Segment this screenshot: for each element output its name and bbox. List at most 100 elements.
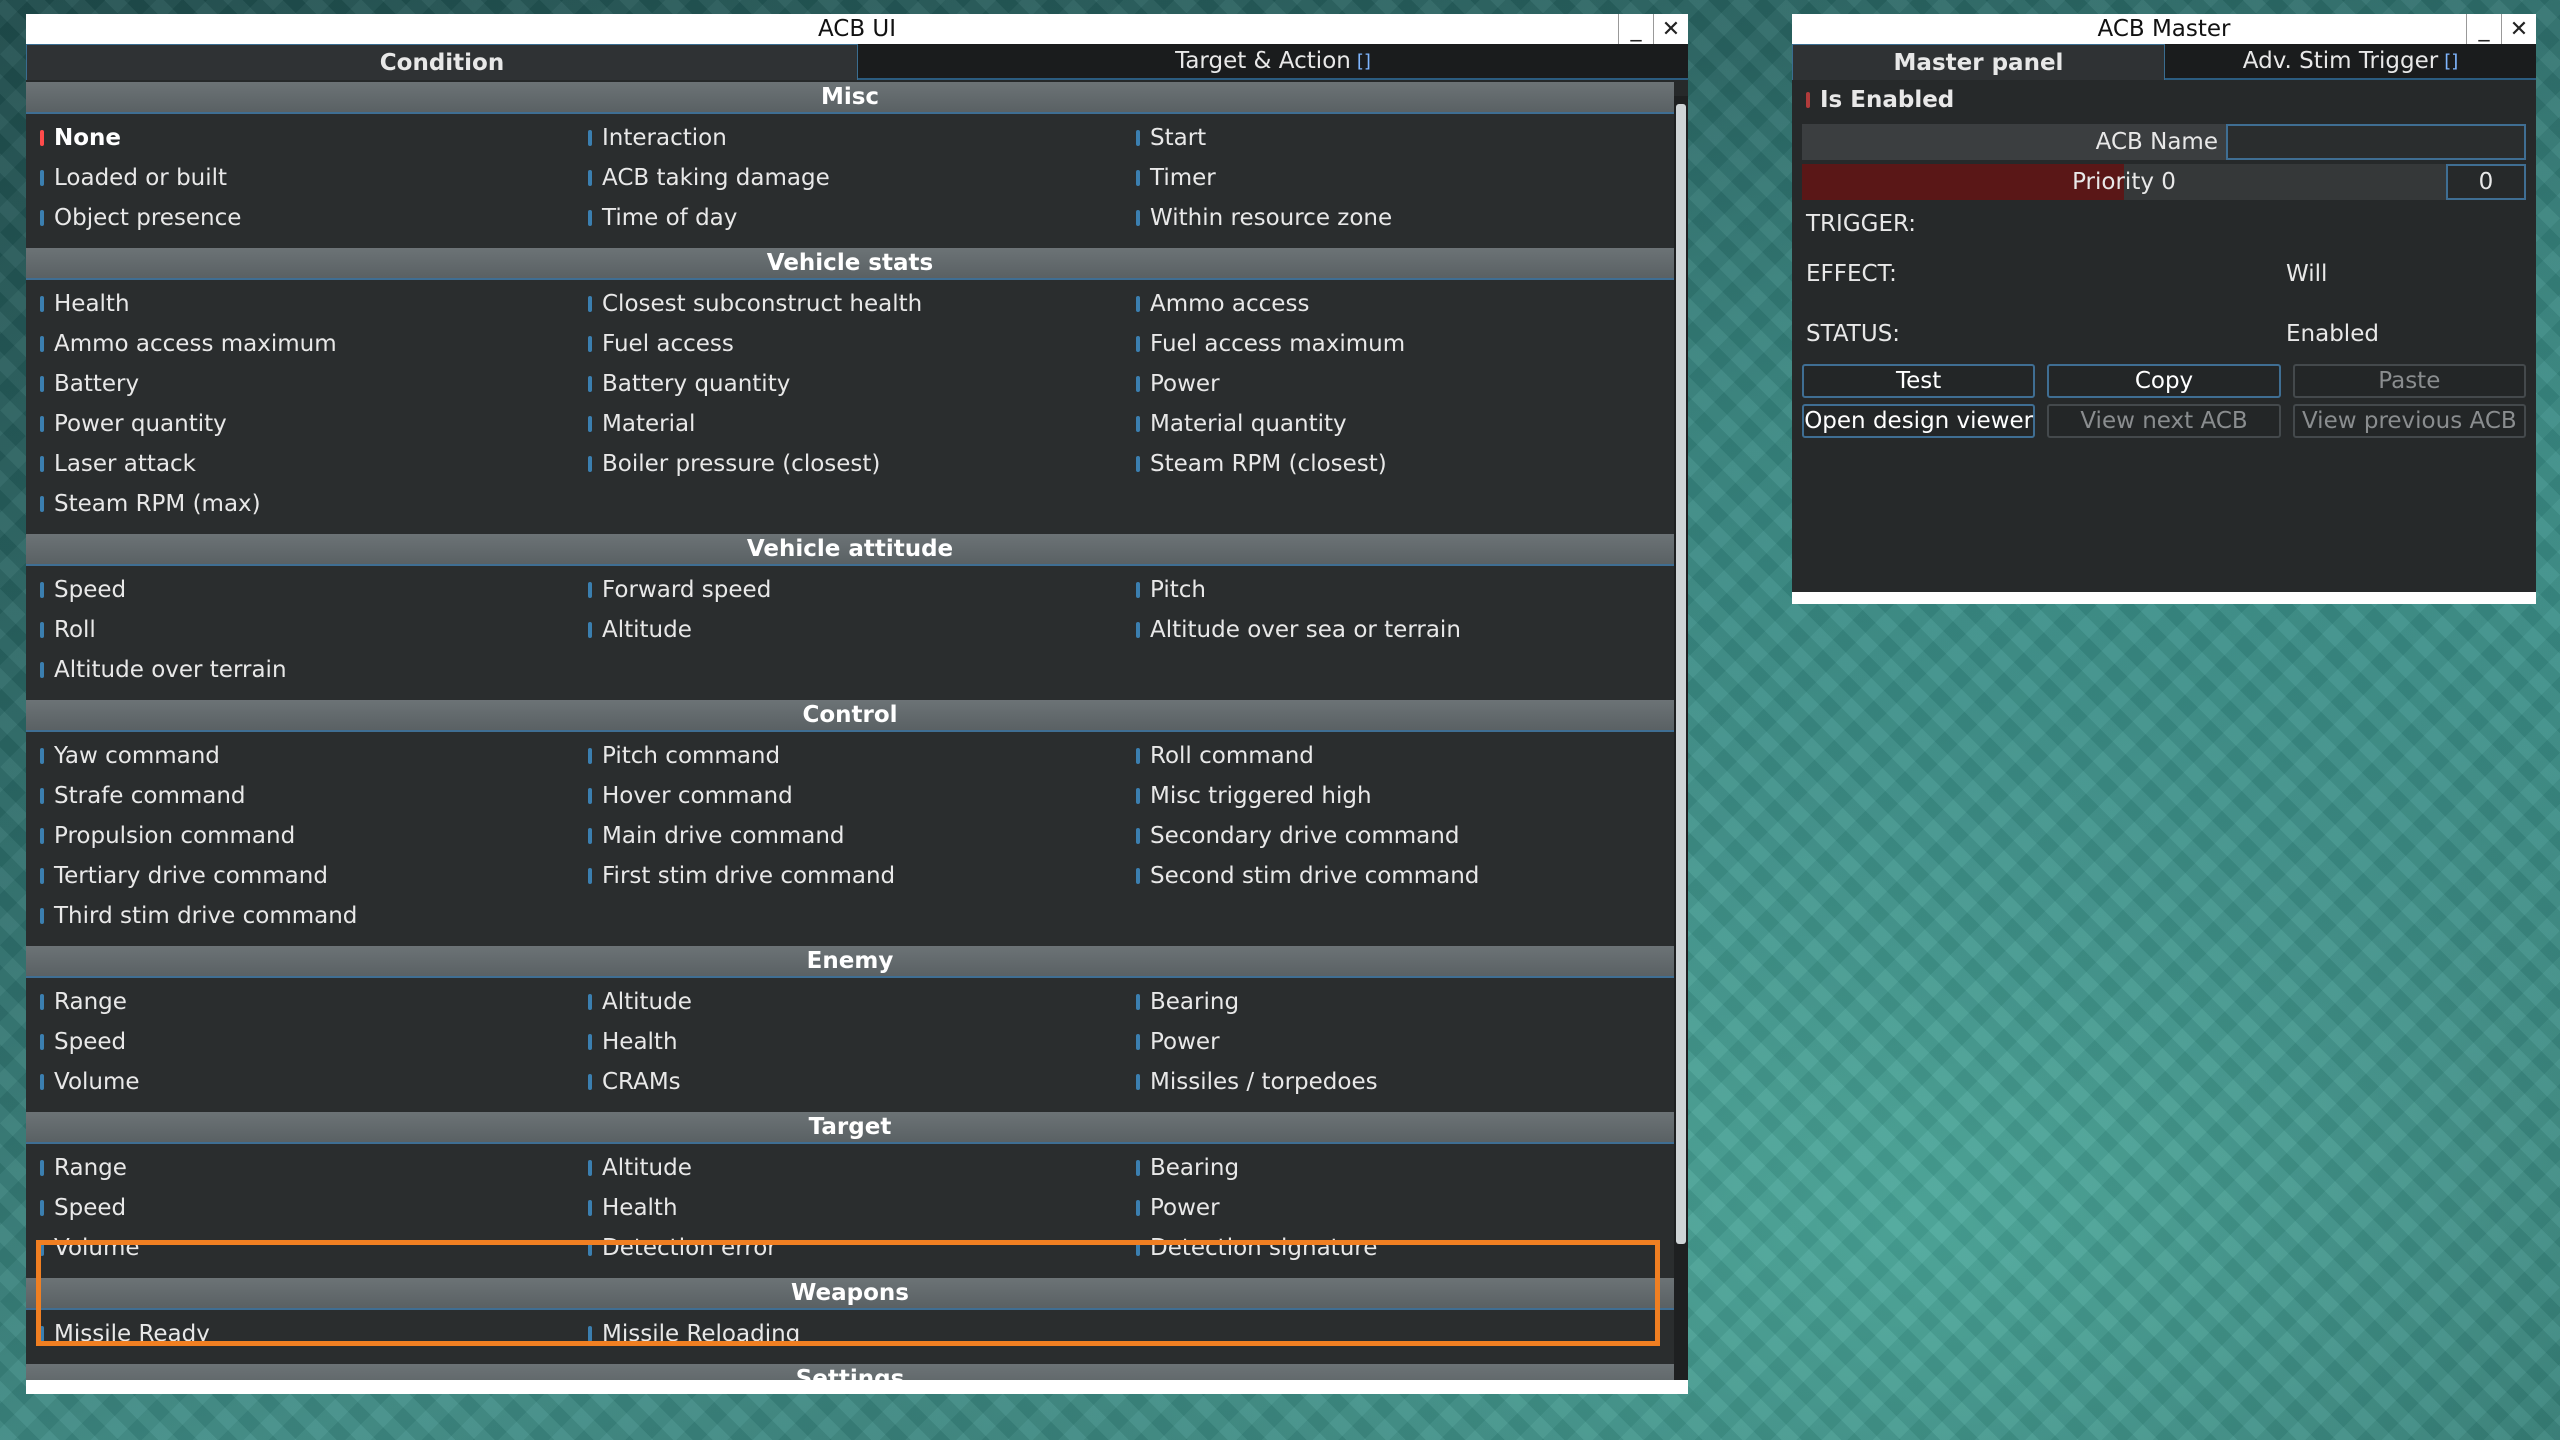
paste-button[interactable]: Paste <box>2292 364 2526 398</box>
acb-master-titlebar[interactable]: ACB Master _ ✕ <box>1792 14 2536 44</box>
condition-option[interactable]: Material <box>574 404 1122 444</box>
condition-option[interactable]: Altitude over sea or terrain <box>1122 610 1670 650</box>
condition-option[interactable]: Power <box>1122 1022 1670 1062</box>
condition-option[interactable]: Roll command <box>1122 736 1670 776</box>
condition-option[interactable]: Altitude <box>574 1148 1122 1188</box>
condition-option[interactable]: Volume <box>26 1062 574 1102</box>
condition-option[interactable]: Within resource zone <box>1122 198 1670 238</box>
condition-option[interactable]: Propulsion command <box>26 816 574 856</box>
view-previous-acb-button[interactable]: View previous ACB <box>2292 404 2526 438</box>
condition-option[interactable]: Hover command <box>574 776 1122 816</box>
condition-option[interactable]: Power <box>1122 1188 1670 1228</box>
condition-option[interactable]: Third stim drive command <box>26 896 574 936</box>
scrollbar-thumb[interactable] <box>1676 104 1686 1244</box>
condition-option[interactable]: Start <box>1122 118 1670 158</box>
condition-option[interactable]: Health <box>574 1022 1122 1062</box>
priority-value-field[interactable]: 0 <box>2446 164 2526 200</box>
is-enabled-toggle[interactable]: Is Enabled <box>1792 80 2536 120</box>
condition-option[interactable]: First stim drive command <box>574 856 1122 896</box>
acb-name-row: ACB Name <box>1802 124 2526 160</box>
condition-option[interactable]: Health <box>26 284 574 324</box>
acb-ui-titlebar[interactable]: ACB UI _ ✕ <box>26 14 1688 44</box>
condition-option-label: Propulsion command <box>54 823 296 849</box>
effect-row: EFFECT: Will <box>1792 244 2536 304</box>
condition-option[interactable]: Second stim drive command <box>1122 856 1670 896</box>
condition-option[interactable]: Ammo access maximum <box>26 324 574 364</box>
window-bottom-edge[interactable] <box>26 1380 1688 1394</box>
condition-option[interactable]: Time of day <box>574 198 1122 238</box>
condition-option[interactable]: Range <box>26 982 574 1022</box>
condition-option[interactable]: Missiles / torpedoes <box>1122 1062 1670 1102</box>
condition-option[interactable]: Forward speed <box>574 570 1122 610</box>
condition-option[interactable]: Material quantity <box>1122 404 1670 444</box>
condition-option[interactable]: Loaded or built <box>26 158 574 198</box>
condition-option[interactable]: Closest subconstruct health <box>574 284 1122 324</box>
condition-option-label: Power quantity <box>54 411 227 437</box>
condition-option[interactable]: Altitude <box>574 610 1122 650</box>
condition-option[interactable]: Bearing <box>1122 982 1670 1022</box>
condition-option[interactable]: Power <box>1122 364 1670 404</box>
radio-indicator-icon <box>588 748 592 764</box>
condition-option[interactable]: Steam RPM (max) <box>26 484 574 524</box>
condition-option[interactable]: Roll <box>26 610 574 650</box>
condition-option[interactable]: Battery quantity <box>574 364 1122 404</box>
condition-option-label: Roll command <box>1150 743 1314 769</box>
close-button[interactable]: ✕ <box>1653 14 1688 44</box>
close-button[interactable]: ✕ <box>2501 14 2536 44</box>
radio-indicator-icon <box>1136 210 1140 226</box>
condition-option[interactable]: Interaction <box>574 118 1122 158</box>
minimize-button[interactable]: _ <box>1618 14 1653 44</box>
acb-name-input[interactable] <box>2226 124 2526 160</box>
vertical-scrollbar[interactable] <box>1674 96 1688 1380</box>
condition-option[interactable]: Main drive command <box>574 816 1122 856</box>
condition-option[interactable]: Detection error <box>574 1228 1122 1268</box>
condition-option[interactable]: Health <box>574 1188 1122 1228</box>
tab-condition[interactable]: Condition <box>26 44 858 80</box>
condition-option[interactable]: Ammo access <box>1122 284 1670 324</box>
condition-option[interactable]: Fuel access <box>574 324 1122 364</box>
condition-option[interactable]: None <box>26 118 574 158</box>
condition-option[interactable]: Missile Reloading <box>574 1314 1122 1354</box>
copy-button[interactable]: Copy <box>2047 364 2281 398</box>
condition-option[interactable]: Missile Ready <box>26 1314 574 1354</box>
condition-option[interactable]: Tertiary drive command <box>26 856 574 896</box>
condition-option[interactable]: Secondary drive command <box>1122 816 1670 856</box>
condition-option[interactable]: Battery <box>26 364 574 404</box>
view-next-acb-button[interactable]: View next ACB <box>2047 404 2281 438</box>
tab-adv-stim-trigger[interactable]: Adv. Stim Trigger [] <box>2165 44 2536 80</box>
condition-option[interactable]: Object presence <box>26 198 574 238</box>
radio-indicator-icon <box>40 622 44 638</box>
condition-option[interactable]: Pitch command <box>574 736 1122 776</box>
condition-option[interactable]: Speed <box>26 570 574 610</box>
condition-option[interactable]: Pitch <box>1122 570 1670 610</box>
condition-option-label: Range <box>54 1155 127 1181</box>
window-bottom-edge[interactable] <box>1792 592 2536 604</box>
condition-option[interactable]: Yaw command <box>26 736 574 776</box>
tab-master-panel[interactable]: Master panel <box>1792 44 2165 80</box>
condition-option[interactable]: Power quantity <box>26 404 574 444</box>
condition-option[interactable]: Range <box>26 1148 574 1188</box>
condition-option[interactable]: CRAMs <box>574 1062 1122 1102</box>
condition-option[interactable]: Strafe command <box>26 776 574 816</box>
test-button[interactable]: Test <box>1802 364 2036 398</box>
condition-option[interactable]: Misc triggered high <box>1122 776 1670 816</box>
minimize-button[interactable]: _ <box>2466 14 2501 44</box>
condition-option[interactable]: Altitude <box>574 982 1122 1022</box>
tab-target-action[interactable]: Target & Action [] <box>858 44 1688 80</box>
condition-option-label: Boiler pressure (closest) <box>602 451 881 477</box>
condition-option[interactable]: Timer <box>1122 158 1670 198</box>
condition-option[interactable]: Speed <box>26 1022 574 1062</box>
condition-option[interactable]: Fuel access maximum <box>1122 324 1670 364</box>
condition-option[interactable]: Altitude over terrain <box>26 650 574 690</box>
condition-option[interactable]: Volume <box>26 1228 574 1268</box>
open-design-viewer-button[interactable]: Open design viewer <box>1802 404 2036 438</box>
condition-option[interactable]: Speed <box>26 1188 574 1228</box>
condition-option[interactable]: Steam RPM (closest) <box>1122 444 1670 484</box>
condition-option[interactable]: ACB taking damage <box>574 158 1122 198</box>
condition-option[interactable]: Bearing <box>1122 1148 1670 1188</box>
section-header: Settings <box>26 1364 1674 1380</box>
condition-option[interactable]: Boiler pressure (closest) <box>574 444 1122 484</box>
condition-option[interactable]: Laser attack <box>26 444 574 484</box>
priority-slider[interactable]: Priority 0 <box>1802 164 2446 200</box>
condition-option[interactable]: Detection signature <box>1122 1228 1670 1268</box>
